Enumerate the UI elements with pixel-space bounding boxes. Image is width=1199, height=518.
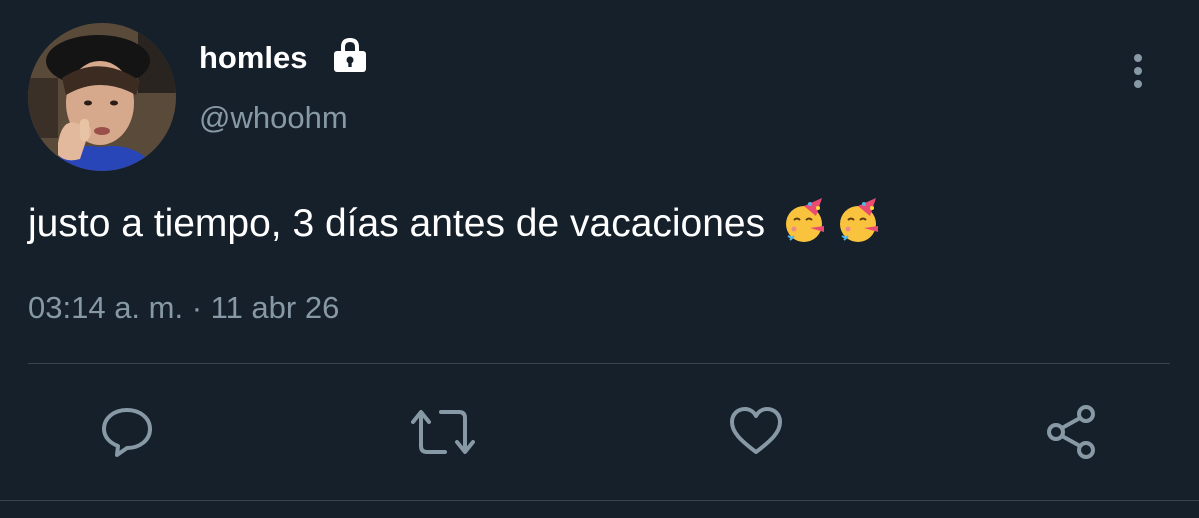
user-handle[interactable]: @whoohm (199, 100, 348, 136)
retweet-button[interactable] (411, 404, 475, 460)
more-vertical-icon[interactable] (1124, 52, 1152, 90)
heart-icon (730, 407, 782, 454)
retweet-icon (411, 410, 475, 454)
lock-icon (331, 36, 369, 74)
tweet-body: justo a tiempo, 3 días antes de vacacion… (28, 202, 766, 245)
share-icon (1047, 405, 1095, 459)
divider (28, 363, 1170, 364)
tweet-timestamp[interactable]: 03:14 a. m. · 11 abr 26 (28, 290, 339, 326)
share-button[interactable] (1044, 404, 1100, 460)
tweet-text: justo a tiempo, 3 días antes de vacacion… (28, 196, 884, 246)
avatar[interactable] (28, 23, 176, 171)
reply-button[interactable] (99, 404, 155, 460)
comment-icon (102, 408, 152, 457)
partying-face-emoji (836, 196, 884, 244)
divider (0, 500, 1199, 501)
display-name[interactable]: homles (199, 40, 308, 76)
partying-face-emoji (782, 196, 830, 244)
like-button[interactable] (728, 404, 784, 460)
